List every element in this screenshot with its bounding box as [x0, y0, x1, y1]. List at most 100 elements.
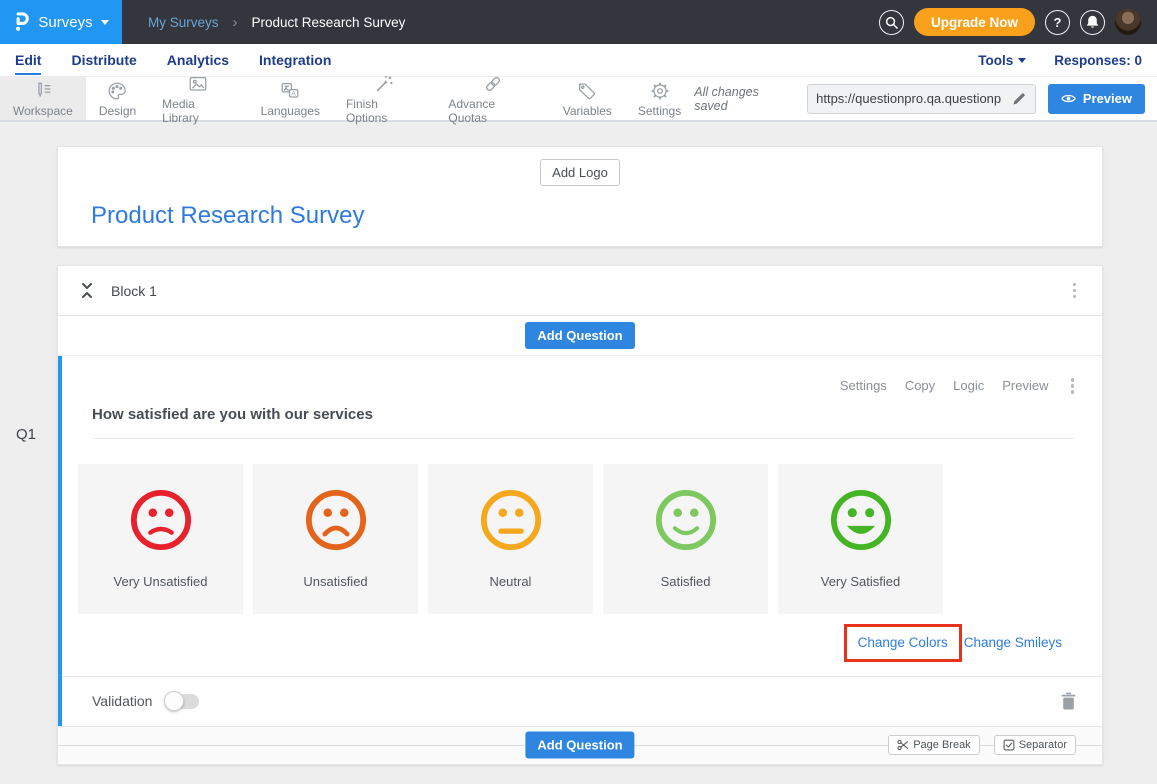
separator-label: Separator — [1019, 739, 1067, 751]
toolbar-item-languages[interactable]: A Languages — [248, 77, 333, 120]
toolbar-item-label: Advance Quotas — [448, 97, 536, 125]
option-label: Satisfied — [661, 574, 711, 589]
very-unsatisfied-smiley-icon — [130, 489, 192, 551]
tab-edit[interactable]: Edit — [15, 45, 41, 75]
toolbar-item-design[interactable]: Design — [86, 77, 149, 120]
top-bar: Surveys My Surveys › Product Research Su… — [0, 0, 1157, 44]
tab-integration[interactable]: Integration — [259, 45, 331, 75]
validation-label: Validation — [92, 693, 152, 709]
search-button[interactable] — [879, 10, 904, 35]
trash-icon — [1061, 692, 1076, 710]
tools-menu-label: Tools — [978, 53, 1013, 68]
breadcrumb-my-surveys[interactable]: My Surveys — [148, 15, 219, 30]
breadcrumb: My Surveys › Product Research Survey — [148, 14, 405, 31]
checked-box-icon — [1003, 739, 1015, 751]
question-actions: Settings Copy Logic Preview — [62, 356, 1102, 398]
add-question-button-bottom[interactable]: Add Question — [525, 732, 634, 759]
toolbar-item-label: Workspace — [13, 104, 73, 118]
change-colors-link[interactable]: Change Colors — [858, 635, 948, 650]
user-avatar[interactable] — [1115, 9, 1141, 35]
add-question-button-top[interactable]: Add Question — [525, 322, 634, 349]
block-header: Block 1 — [58, 266, 1102, 316]
translate-icon: A — [279, 80, 301, 102]
question-q1: Settings Copy Logic Preview How satisfie… — [58, 356, 1102, 726]
option-label: Very Unsatisfied — [114, 574, 208, 589]
smiley-option-very-satisfied[interactable]: Very Satisfied — [778, 464, 943, 614]
breadcrumb-separator: › — [233, 14, 238, 31]
very-satisfied-smiley-icon — [830, 489, 892, 551]
tab-analytics[interactable]: Analytics — [167, 45, 229, 75]
validation-toggle[interactable] — [165, 694, 199, 709]
toolbar-item-label: Variables — [563, 104, 612, 118]
block-menu-kebab-icon[interactable] — [1069, 279, 1081, 303]
smiley-options: Very Unsatisfied Unsatisfied Neutral — [78, 464, 1102, 614]
question-logic-link[interactable]: Logic — [953, 378, 984, 393]
workspace-icon — [32, 80, 54, 102]
questionpro-logo-icon — [13, 10, 30, 34]
survey-nav: Edit Distribute Analytics Integration To… — [0, 44, 1157, 77]
survey-title[interactable]: Product Research Survey — [91, 202, 364, 230]
save-status: All changes saved — [694, 85, 795, 113]
question-menu-kebab-icon[interactable] — [1067, 374, 1079, 398]
survey-url-box: https://questionpro.qa.questionp — [807, 84, 1036, 114]
delete-question-button[interactable] — [1061, 692, 1076, 710]
toolbar-item-advance-quotas[interactable]: Advance Quotas — [435, 77, 549, 120]
add-logo-button[interactable]: Add Logo — [540, 159, 620, 186]
notifications-button[interactable] — [1080, 10, 1105, 35]
toggle-knob — [164, 691, 184, 711]
toolbar-item-label: Languages — [261, 104, 320, 118]
toolbar-item-finish-options[interactable]: Finish Options — [333, 77, 435, 120]
chain-link-icon — [482, 73, 504, 95]
responses-count[interactable]: Responses: 0 — [1054, 53, 1142, 68]
smiley-option-neutral[interactable]: Neutral — [428, 464, 593, 614]
product-switcher[interactable]: Surveys — [0, 0, 122, 44]
smiley-customize-links: Change Colors Change Smileys — [62, 624, 1062, 662]
surveys-menu-label: Surveys — [38, 14, 92, 31]
toolbar-item-media-library[interactable]: Media Library — [149, 77, 247, 120]
svg-text:A: A — [292, 90, 297, 97]
search-icon — [885, 16, 898, 29]
page-break-label: Page Break — [913, 739, 970, 751]
toolbar-item-settings[interactable]: Settings — [625, 77, 694, 120]
toolbar-item-variables[interactable]: Variables — [550, 77, 625, 120]
neutral-smiley-icon — [480, 489, 542, 551]
option-label: Very Satisfied — [821, 574, 901, 589]
smiley-option-satisfied[interactable]: Satisfied — [603, 464, 768, 614]
help-button[interactable]: ? — [1045, 10, 1070, 35]
question-settings-link[interactable]: Settings — [840, 378, 887, 393]
preview-button-label: Preview — [1083, 91, 1132, 106]
question-text[interactable]: How satisfied are you with our services — [92, 406, 1074, 439]
pencil-icon — [1013, 92, 1026, 105]
edit-url-button[interactable] — [1005, 85, 1035, 113]
survey-url-input[interactable]: https://questionpro.qa.questionp — [808, 91, 1005, 106]
change-smileys-link[interactable]: Change Smileys — [964, 635, 1062, 650]
upgrade-now-button[interactable]: Upgrade Now — [914, 8, 1035, 36]
footer-right-buttons: Page Break Separator — [888, 735, 1076, 755]
bell-icon — [1086, 15, 1099, 29]
survey-editor-body: Add Logo Product Research Survey Q1 Bloc… — [0, 122, 1157, 765]
gear-icon — [649, 80, 671, 102]
annotation-highlight-box: Change Colors — [844, 624, 962, 662]
toolbar-right: All changes saved https://questionpro.qa… — [694, 77, 1145, 120]
block-title[interactable]: Block 1 — [111, 283, 157, 299]
preview-button[interactable]: Preview — [1048, 84, 1145, 114]
image-icon — [187, 73, 209, 95]
tag-icon — [576, 80, 598, 102]
question-copy-link[interactable]: Copy — [905, 378, 935, 393]
tab-distribute[interactable]: Distribute — [71, 45, 136, 75]
add-question-row-top: Add Question — [58, 316, 1102, 356]
breadcrumb-current-survey: Product Research Survey — [252, 15, 406, 30]
collapse-block-icon[interactable] — [80, 282, 94, 299]
tools-menu[interactable]: Tools — [978, 53, 1026, 68]
question-preview-link[interactable]: Preview — [1002, 378, 1048, 393]
smiley-option-very-unsatisfied[interactable]: Very Unsatisfied — [78, 464, 243, 614]
toolbar-item-workspace[interactable]: Workspace — [0, 77, 86, 120]
magic-wand-icon — [373, 73, 395, 95]
toolbar-item-label: Finish Options — [346, 97, 422, 125]
smiley-option-unsatisfied[interactable]: Unsatisfied — [253, 464, 418, 614]
survey-header-card: Add Logo Product Research Survey — [57, 146, 1103, 247]
palette-icon — [106, 80, 128, 102]
separator-button[interactable]: Separator — [994, 735, 1076, 755]
unsatisfied-smiley-icon — [305, 489, 367, 551]
page-break-button[interactable]: Page Break — [888, 735, 979, 755]
